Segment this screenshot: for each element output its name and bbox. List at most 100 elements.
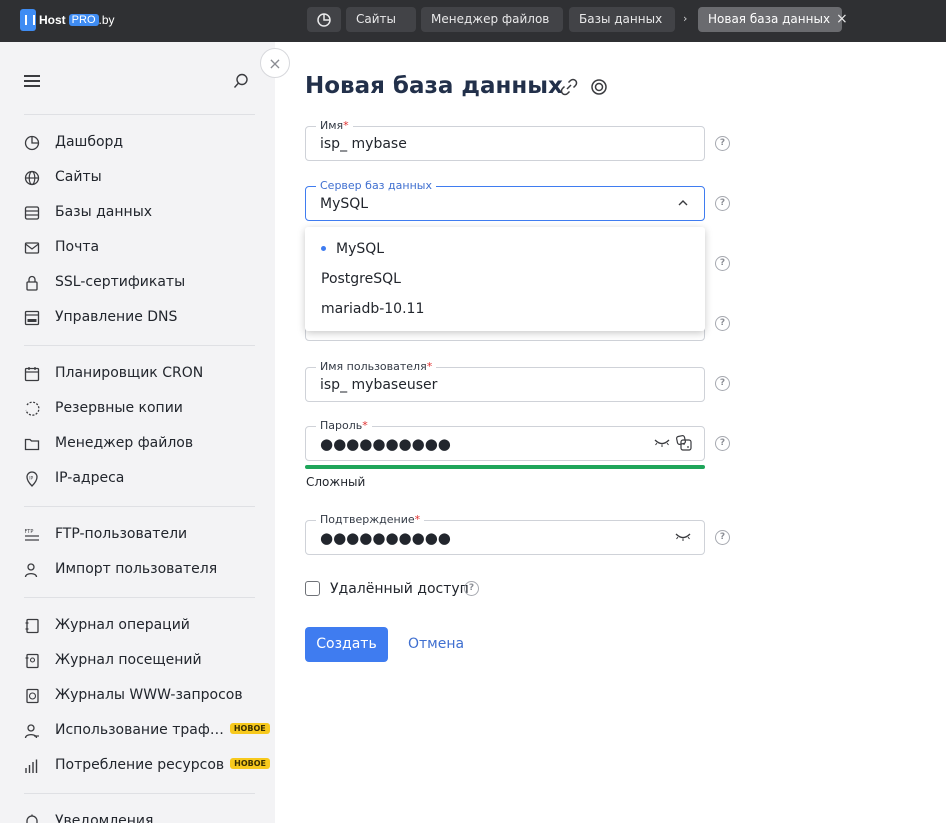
breadcrumb-file-manager[interactable]: Менеджер файлов (421, 7, 563, 32)
sidebar-item-sites[interactable]: Сайты (0, 166, 275, 190)
password-strength-bar (305, 465, 705, 469)
www-log-icon (26, 688, 39, 704)
password-strength-label: Сложный (306, 475, 366, 489)
menu-icon[interactable] (24, 75, 40, 87)
help-icon[interactable]: ? (464, 581, 479, 596)
sidebar-item-file-manager[interactable]: Менеджер файлов (0, 432, 275, 456)
help-icon[interactable]: ? (715, 530, 730, 545)
password-field-label-text: Пароль (320, 419, 363, 432)
cancel-button[interactable]: Отмена (408, 636, 464, 652)
option-mysql[interactable]: MySQL (321, 241, 384, 257)
user-import-icon (24, 563, 38, 578)
create-button[interactable]: Создать (305, 627, 388, 662)
help-icon[interactable]: ? (715, 196, 730, 211)
help-icon[interactable]: ? (715, 136, 730, 151)
sidebar-item-label: Почта (55, 239, 100, 255)
sidebar-item-resources[interactable]: Потребление ресурсов НОВОЕ (0, 754, 275, 778)
sidebar-item-label: Потребление ресурсов НОВОЕ (55, 757, 271, 773)
sidebar-item-ssl[interactable]: SSL-сертификаты (0, 271, 275, 295)
sidebar-divider (24, 506, 255, 507)
option-postgresql[interactable]: PostgreSQL (321, 271, 401, 287)
generate-password-dice-icon[interactable] (676, 435, 692, 451)
db-server-value: MySQL (320, 196, 369, 212)
confirm-field-label-text: Подтверждение (320, 513, 415, 526)
mail-icon (24, 242, 40, 254)
sidebar-item-backups[interactable]: Резервные копии (0, 397, 275, 421)
bell-icon (26, 814, 38, 823)
dashboard-tab-button[interactable] (307, 7, 341, 32)
sidebar-item-user-import[interactable]: Импорт пользователя (0, 558, 275, 582)
help-ring-icon[interactable] (590, 78, 608, 96)
sidebar-item-www-log[interactable]: Журналы WWW-запросов (0, 684, 275, 708)
sidebar-item-traffic-text: Использование траф… (55, 722, 224, 738)
sidebar-divider (24, 597, 255, 598)
sidebar-item-ftp[interactable]: FTP FTP-пользователи (0, 523, 275, 547)
sidebar-item-label: Планировщик CRON (55, 365, 204, 381)
help-icon[interactable]: ? (715, 316, 730, 331)
sidebar-item-mail[interactable]: Почта (0, 236, 275, 260)
database-icon (24, 206, 40, 220)
sidebar-item-traffic[interactable]: Использование траф… НОВОЕ (0, 719, 275, 743)
password-field-value: ●●●●●●●●●● (320, 435, 451, 453)
main-content: Новая база данных Имя* isp_ mybase ? Сер… (305, 42, 945, 823)
password-field-label: Пароль* (316, 419, 372, 432)
username-field-label-text: Имя пользователя (320, 360, 427, 373)
option-mariadb[interactable]: mariadb-10.11 (321, 301, 424, 317)
logo-domain: .by (98, 13, 115, 27)
sidebar-item-label: Управление DNS (55, 309, 178, 325)
backup-icon (25, 401, 40, 416)
eye-closed-icon[interactable] (654, 438, 670, 448)
sidebar-item-cron[interactable]: Планировщик CRON (0, 362, 275, 386)
password-field[interactable]: Пароль* ●●●●●●●●●● (305, 419, 705, 461)
operations-log-icon (25, 618, 39, 634)
tab-new-database[interactable]: Новая база данных × (698, 7, 848, 32)
db-server-label: Сервер баз данных (316, 179, 436, 192)
help-icon[interactable]: ? (715, 256, 730, 271)
help-icon[interactable]: ? (715, 376, 730, 391)
chevron-up-icon (678, 200, 688, 206)
breadcrumb-sites[interactable]: Сайты (346, 7, 416, 32)
sidebar-item-dns[interactable]: Управление DNS (0, 306, 275, 330)
breadcrumb-databases[interactable]: Базы данных (569, 7, 675, 32)
chevron-right-icon: › (683, 12, 688, 25)
selected-dot-icon (321, 245, 326, 251)
confirm-field-value: ●●●●●●●●●● (320, 529, 451, 547)
db-server-dropdown: MySQL PostgreSQL mariadb-10.11 (305, 227, 705, 331)
logo[interactable]: Host PRO .by (20, 9, 115, 31)
dashboard-icon (24, 135, 40, 151)
eye-closed-icon[interactable] (675, 532, 691, 542)
sidebar-item-label: Журнал операций (55, 617, 190, 633)
link-icon[interactable] (560, 78, 578, 96)
sidebar-item-label: Журналы WWW-запросов (55, 687, 243, 703)
new-badge: НОВОЕ (229, 722, 270, 734)
name-field[interactable]: Имя* isp_ mybase (305, 119, 705, 161)
close-icon: × (268, 53, 282, 73)
confirm-password-field[interactable]: Подтверждение* ●●●●●●●●●● (305, 513, 705, 555)
sidebar-item-label: Журнал посещений (55, 652, 202, 668)
help-icon[interactable]: ? (715, 436, 730, 451)
sidebar-item-operations-log[interactable]: Журнал операций (0, 614, 275, 638)
sidebar-item-label: Резервные копии (55, 400, 183, 416)
sidebar-item-dashboard[interactable]: Дашборд (0, 131, 275, 155)
sidebar-divider (24, 114, 255, 115)
username-field[interactable]: Имя пользователя* isp_ mybaseuser (305, 360, 705, 402)
db-server-select[interactable]: Сервер баз данных MySQL (305, 179, 705, 221)
remote-access-label[interactable]: Удалённый доступ (330, 581, 469, 597)
sidebar-item-ip[interactable]: IP IP-адреса (0, 467, 275, 491)
username-field-value: isp_ mybaseuser (320, 377, 438, 393)
sidebar-item-label: Базы данных (55, 204, 153, 220)
sidebar-item-visits-log[interactable]: Журнал посещений (0, 649, 275, 673)
sidebar-item-notifications[interactable]: Уведомления (0, 810, 275, 823)
svg-text:IP: IP (29, 476, 33, 482)
visits-log-icon (25, 653, 39, 669)
collapse-sidebar-button[interactable]: × (260, 48, 290, 78)
confirm-field-label: Подтверждение* (316, 513, 425, 526)
folder-icon (24, 438, 40, 451)
option-label: MySQL (336, 241, 385, 257)
remote-access-checkbox[interactable] (305, 581, 320, 596)
search-icon[interactable] (233, 73, 249, 89)
sidebar: Дашборд Сайты Базы данных Почта SSL-серт… (0, 42, 275, 823)
sidebar-item-databases[interactable]: Базы данных (0, 201, 275, 225)
close-icon[interactable]: × (836, 7, 848, 32)
sidebar-item-label: Уведомления (55, 813, 154, 823)
